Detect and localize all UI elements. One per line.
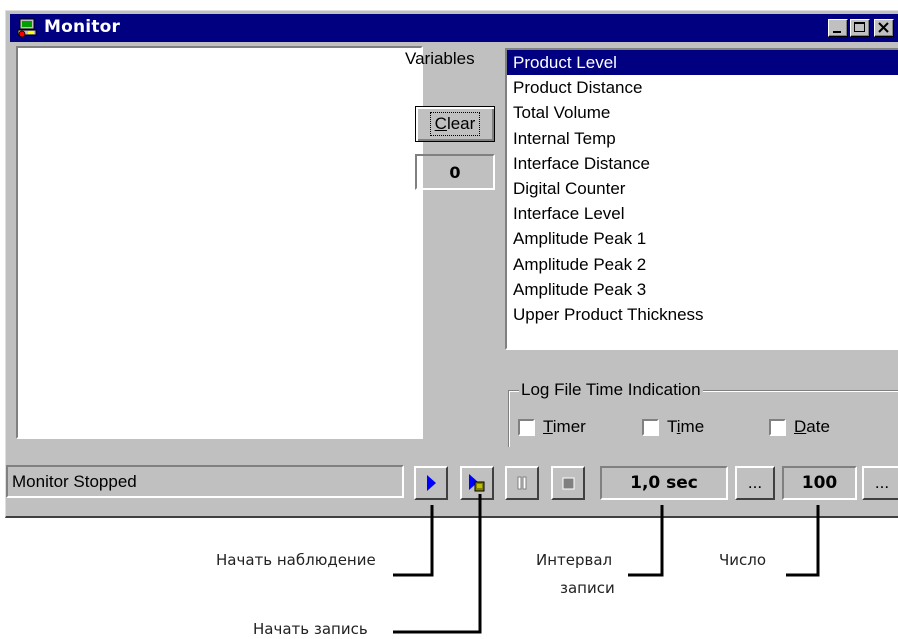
callout-line-start-monitoring [393, 505, 434, 577]
callout-lines [393, 494, 820, 634]
callout-start-monitoring: Начать наблюдение [216, 551, 376, 569]
callout-interval-line1: Интервал [536, 551, 613, 569]
callout-interval-line2: записи [560, 579, 615, 597]
callout-line-start-recording [393, 494, 482, 634]
callout-start-recording: Начать запись [253, 620, 368, 638]
callout-number: Число [719, 551, 767, 569]
callout-line-interval [628, 505, 664, 577]
callout-line-number [786, 505, 820, 577]
